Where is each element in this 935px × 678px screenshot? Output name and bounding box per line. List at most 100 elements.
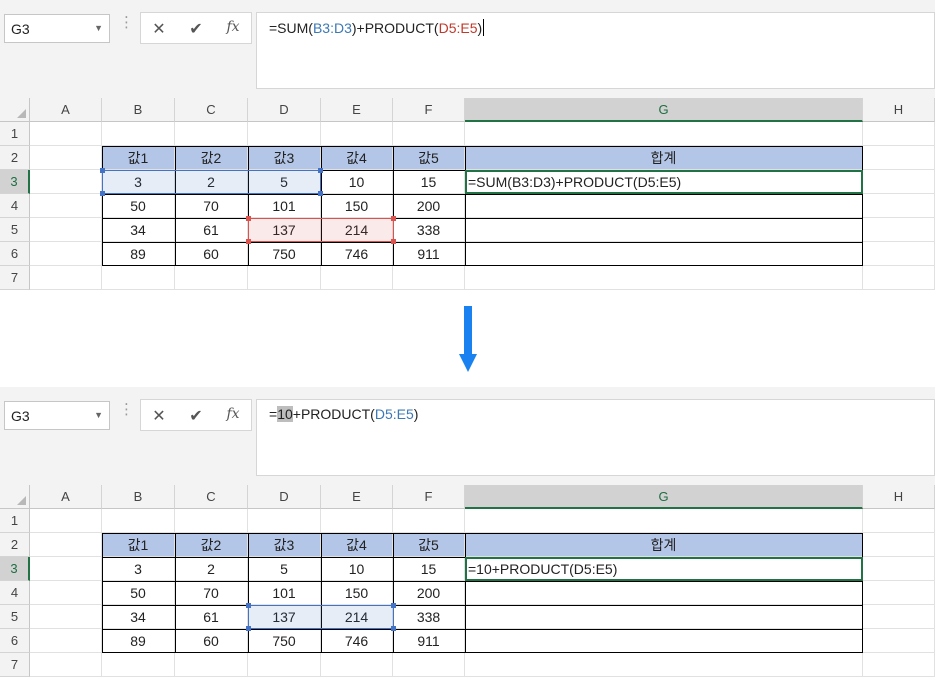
column-header-f[interactable]: F — [393, 98, 465, 122]
table-cell[interactable]: 750 — [248, 242, 321, 266]
table-header-cell[interactable]: 합계 — [465, 533, 863, 557]
cell-a2[interactable] — [30, 146, 102, 170]
insert-function-icon[interactable]: fx — [221, 19, 245, 35]
table-cell[interactable]: 911 — [393, 242, 465, 266]
cell-c1[interactable] — [175, 122, 248, 146]
row-header-5[interactable]: 5 — [0, 218, 30, 242]
column-header-h[interactable]: H — [863, 485, 935, 509]
cell-e7[interactable] — [321, 653, 393, 677]
table-header-cell[interactable]: 합계 — [465, 146, 863, 170]
cell-g3[interactable] — [465, 170, 863, 194]
cell-g5[interactable] — [465, 605, 863, 629]
cell-a2[interactable] — [30, 533, 102, 557]
cell-a3[interactable] — [30, 170, 102, 194]
table-cell[interactable]: 34 — [102, 218, 175, 242]
cell-a3[interactable] — [30, 557, 102, 581]
column-header-g[interactable]: G — [465, 485, 863, 509]
cell-g3[interactable] — [465, 557, 863, 581]
table-cell[interactable]: 150 — [321, 194, 393, 218]
column-header-b[interactable]: B — [102, 485, 175, 509]
cell-b7[interactable] — [102, 653, 175, 677]
cell-h1[interactable] — [863, 122, 935, 146]
column-header-h[interactable]: H — [863, 98, 935, 122]
column-header-b[interactable]: B — [102, 98, 175, 122]
table-cell[interactable]: 137 — [248, 605, 321, 629]
name-box[interactable]: G3 ▼ — [4, 14, 110, 43]
table-header-cell[interactable]: 값5 — [393, 146, 465, 170]
cell-g5[interactable] — [465, 218, 863, 242]
table-cell[interactable]: 150 — [321, 581, 393, 605]
column-header-g[interactable]: G — [465, 98, 863, 122]
cell-h4[interactable] — [863, 194, 935, 218]
column-header-d[interactable]: D — [248, 98, 321, 122]
cell-g6[interactable] — [465, 242, 863, 266]
cell-a5[interactable] — [30, 218, 102, 242]
table-header-cell[interactable]: 값3 — [248, 146, 321, 170]
cell-a7[interactable] — [30, 266, 102, 290]
column-header-e[interactable]: E — [321, 485, 393, 509]
cell-h5[interactable] — [863, 605, 935, 629]
table-cell[interactable]: 2 — [175, 557, 248, 581]
row-header-1[interactable]: 1 — [0, 122, 30, 146]
table-cell[interactable]: 338 — [393, 605, 465, 629]
row-header-2[interactable]: 2 — [0, 533, 30, 557]
table-cell[interactable]: 214 — [321, 218, 393, 242]
cell-h1[interactable] — [863, 509, 935, 533]
cell-h7[interactable] — [863, 266, 935, 290]
table-cell[interactable]: 214 — [321, 605, 393, 629]
table-cell[interactable]: 70 — [175, 194, 248, 218]
row-header-3[interactable]: 3 — [0, 170, 30, 194]
cell-b7[interactable] — [102, 266, 175, 290]
table-cell[interactable]: 61 — [175, 605, 248, 629]
cell-a6[interactable] — [30, 242, 102, 266]
table-header-cell[interactable]: 값2 — [175, 533, 248, 557]
table-cell[interactable]: 746 — [321, 629, 393, 653]
row-header-7[interactable]: 7 — [0, 653, 30, 677]
table-cell[interactable]: 911 — [393, 629, 465, 653]
formula-input[interactable]: =SUM(B3:D3)+PRODUCT(D5:E5) — [256, 12, 935, 89]
table-cell[interactable]: 10 — [321, 557, 393, 581]
cell-d1[interactable] — [248, 122, 321, 146]
table-cell[interactable]: 15 — [393, 557, 465, 581]
cancel-icon[interactable]: ✕ — [147, 406, 171, 426]
cell-a4[interactable] — [30, 194, 102, 218]
column-header-e[interactable]: E — [321, 98, 393, 122]
cell-h2[interactable] — [863, 146, 935, 170]
cell-h6[interactable] — [863, 242, 935, 266]
row-header-2[interactable]: 2 — [0, 146, 30, 170]
cell-g7[interactable] — [465, 653, 863, 677]
cell-g1[interactable] — [465, 509, 863, 533]
row-header-4[interactable]: 4 — [0, 581, 30, 605]
select-all-corner[interactable] — [0, 98, 30, 122]
select-all-corner[interactable] — [0, 485, 30, 509]
table-header-cell[interactable]: 값3 — [248, 533, 321, 557]
table-cell[interactable]: 89 — [102, 629, 175, 653]
table-cell[interactable]: 746 — [321, 242, 393, 266]
table-header-cell[interactable]: 값5 — [393, 533, 465, 557]
cell-a7[interactable] — [30, 653, 102, 677]
column-header-f[interactable]: F — [393, 485, 465, 509]
chevron-down-icon[interactable]: ▼ — [94, 410, 103, 420]
row-header-5[interactable]: 5 — [0, 605, 30, 629]
cell-g4[interactable] — [465, 194, 863, 218]
table-cell[interactable]: 5 — [248, 170, 321, 194]
table-cell[interactable]: 60 — [175, 242, 248, 266]
table-cell[interactable]: 750 — [248, 629, 321, 653]
cell-g7[interactable] — [465, 266, 863, 290]
cell-f7[interactable] — [393, 266, 465, 290]
cell-h2[interactable] — [863, 533, 935, 557]
row-header-4[interactable]: 4 — [0, 194, 30, 218]
enter-check-icon[interactable]: ✔ — [184, 19, 208, 39]
column-header-d[interactable]: D — [248, 485, 321, 509]
name-box[interactable]: G3 ▼ — [4, 401, 110, 430]
cell-e7[interactable] — [321, 266, 393, 290]
cell-h7[interactable] — [863, 653, 935, 677]
column-header-a[interactable]: A — [30, 98, 102, 122]
insert-function-icon[interactable]: fx — [221, 406, 245, 422]
table-header-cell[interactable]: 값4 — [321, 146, 393, 170]
column-header-c[interactable]: C — [175, 485, 248, 509]
cell-g4[interactable] — [465, 581, 863, 605]
table-cell[interactable]: 3 — [102, 170, 175, 194]
drag-handle-icon[interactable]: ⋮ — [119, 15, 134, 30]
table-header-cell[interactable]: 값1 — [102, 146, 175, 170]
